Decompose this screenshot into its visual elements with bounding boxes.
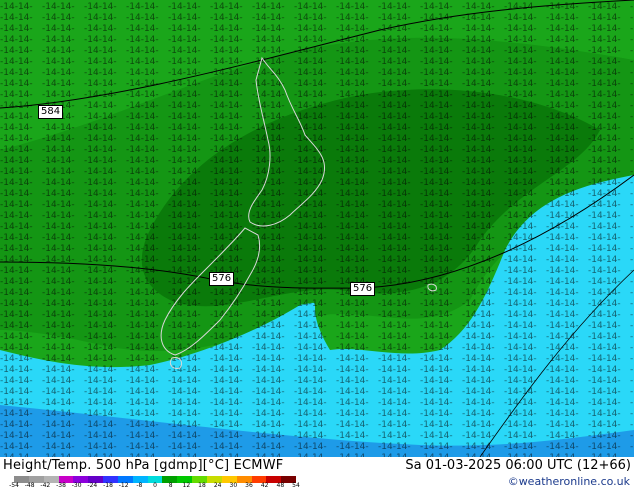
map-canvas: -14-14- [0,0,634,457]
color-scale-tick-label: 42 [260,482,269,489]
temperature-map: -14-14- 584 576 576 [0,0,634,457]
color-scale-tick-label: 48 [276,482,285,489]
color-scale-tick-label: -8 [136,482,143,489]
contour-label-576-east: 576 [350,282,376,296]
source-credit[interactable]: ©weatheronline.co.uk [508,475,630,488]
contour-label-576-west: 576 [209,272,235,286]
color-scale-tick-label: -42 [40,482,51,489]
color-scale-tick-label: -18 [103,482,113,489]
color-scale-tick-label: 30 [229,482,238,489]
color-scale-tick-label: -48 [24,482,35,489]
map-title: Height/Temp. 500 hPa [gdmp][°C] ECMWF [3,458,284,473]
temperature-value-grid [0,0,634,457]
color-scale-tick-label: 12 [182,482,191,489]
color-scale-ticks: -54 -48 -42 -38 -30 -24 -18 -12 -8 0 8 12 18 24 30 36 42… [9,482,300,490]
color-scale-tick-label: -24 [87,482,98,489]
color-scale-tick-label: 36 [245,482,253,489]
color-scale-tick-label: 54 [292,482,300,489]
contour-label-584: 584 [38,105,64,119]
color-scale-tick-label: 24 [213,482,222,489]
map-footer: Height/Temp. 500 hPa [gdmp][°C] ECMWF Sa… [0,457,634,490]
color-scale-legend: -54 -48 -42 -38 -30 -24 -18 -12 -8 0 8 12 18 24 30 36 42… [9,476,300,490]
color-scale-tick-label: -30 [71,482,82,489]
forecast-datetime: Sa 01-03-2025 06:00 UTC (12+66) [405,458,631,473]
color-scale-tick-label: 0 [153,482,157,489]
color-scale-tick-label: -54 [9,482,19,489]
color-scale-tick-label: 18 [198,482,206,489]
color-scale-tick-label: -12 [118,482,129,489]
color-scale-tick-label: -38 [56,482,66,489]
color-scale-tick-label: 8 [168,482,173,489]
